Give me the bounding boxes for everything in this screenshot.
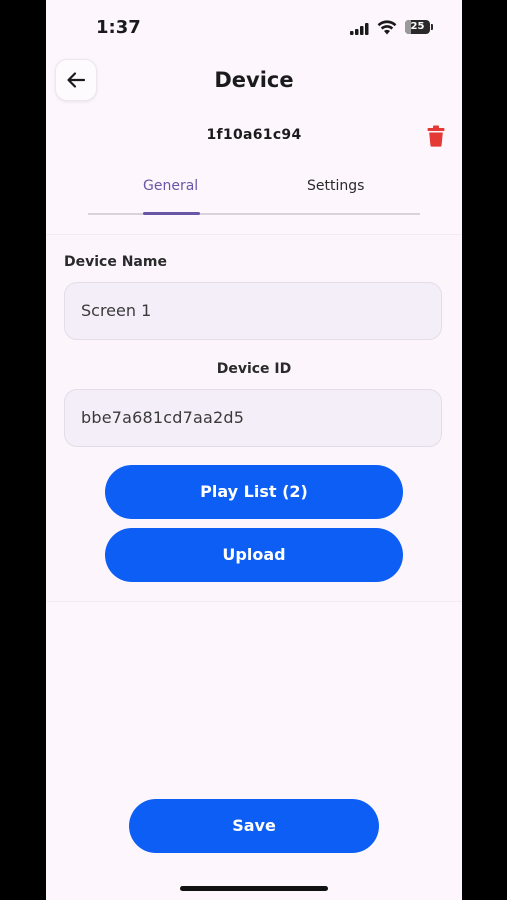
status-bar: 1:37 25	[46, 0, 462, 56]
device-code: 1f10a61c94	[206, 127, 302, 143]
page-title: Device	[214, 68, 294, 92]
tab-settings[interactable]: Settings	[307, 178, 364, 194]
device-id-field[interactable]: bbe7a681cd7aa2d5	[64, 389, 442, 447]
device-id-label: Device ID	[216, 361, 292, 377]
tab-general[interactable]: General	[143, 178, 198, 194]
save-button[interactable]: Save	[129, 799, 379, 853]
trash-icon[interactable]	[427, 125, 445, 147]
status-time: 1:37	[96, 17, 141, 38]
device-name-label: Device Name	[64, 254, 167, 270]
tab-bar: General Settings	[88, 172, 420, 215]
battery-level: 25	[410, 21, 425, 32]
cellular-signal-icon	[350, 23, 369, 35]
home-indicator[interactable]	[180, 886, 328, 891]
battery-icon: 25	[405, 20, 433, 34]
active-tab-indicator	[143, 212, 200, 215]
upload-button[interactable]: Upload	[105, 528, 403, 582]
playlist-button[interactable]: Play List (2)	[105, 465, 403, 519]
wifi-icon	[377, 20, 397, 35]
device-name-input[interactable]: Screen 1	[64, 282, 442, 340]
device-screen: 1:37 25 Device 1f10a61c94 General Settin…	[46, 0, 462, 900]
